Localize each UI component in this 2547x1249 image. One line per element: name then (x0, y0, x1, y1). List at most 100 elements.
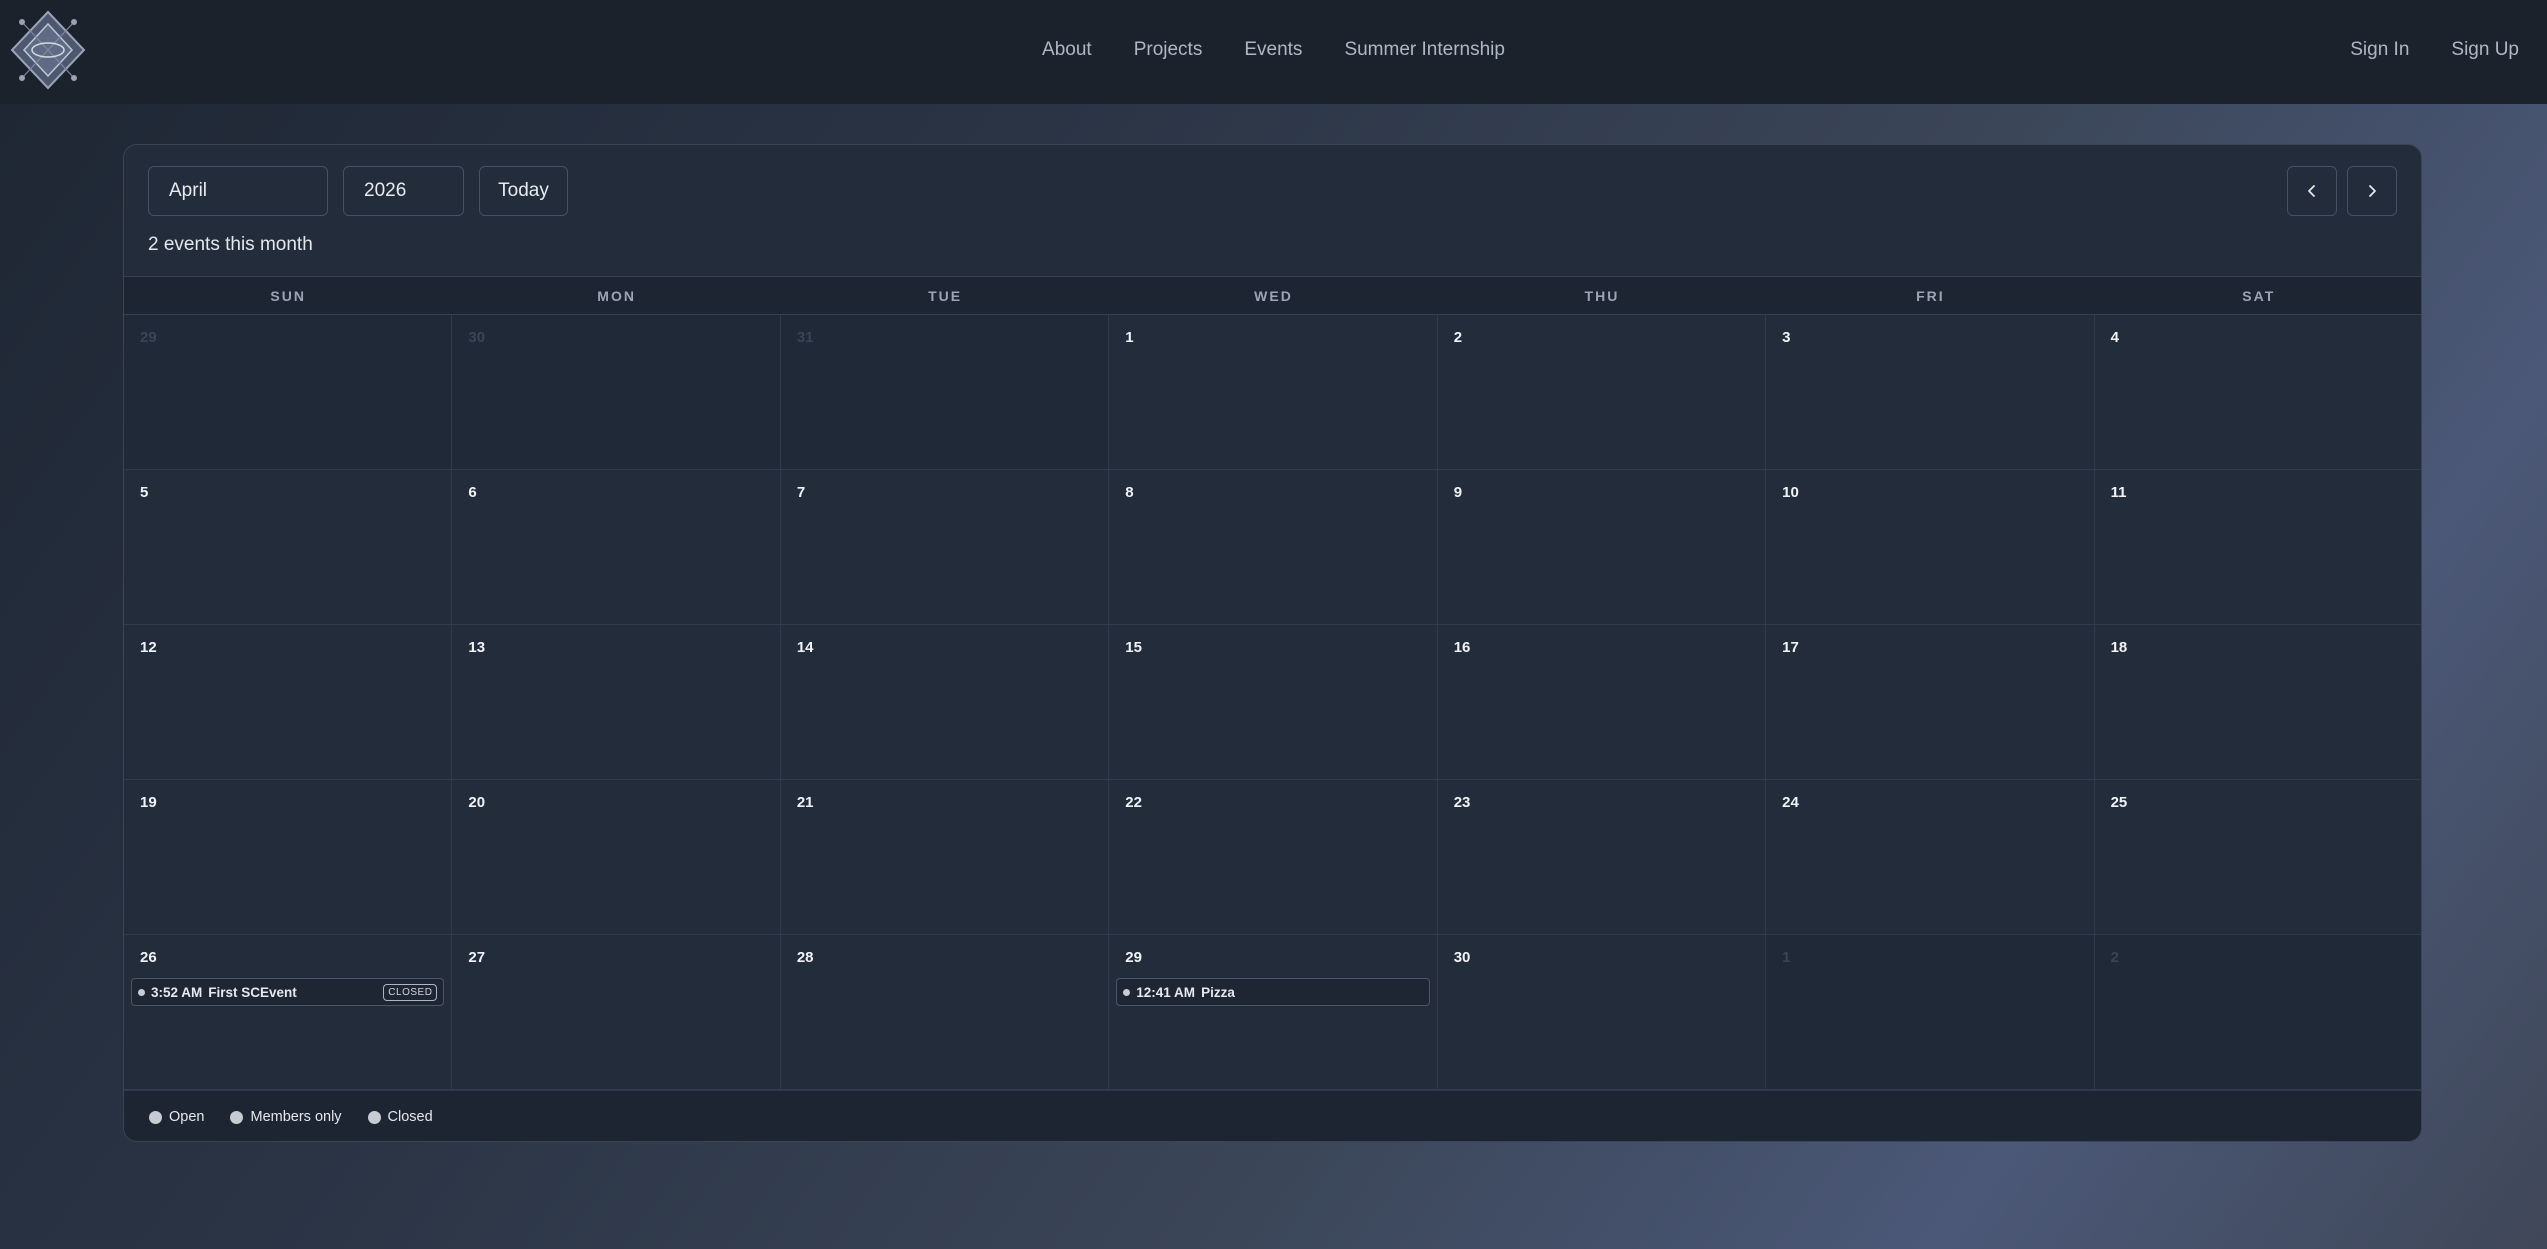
day-number: 20 (468, 794, 486, 811)
events-summary: 2 events this month (148, 234, 313, 255)
year-input[interactable]: 2026 (343, 166, 464, 216)
calendar-controls: April 2026 Today (148, 166, 568, 216)
day-number: 16 (1453, 639, 1471, 656)
members-only-dot-icon (230, 1110, 244, 1124)
event-time: 12:41 AM (1136, 984, 1196, 1000)
chevron-left-icon (2308, 185, 2315, 197)
weekday-thu: THU (1584, 287, 1620, 304)
legend-label: Open (169, 1109, 205, 1125)
day-cell[interactable]: 4 (2094, 315, 2421, 470)
event-status-dot-icon (138, 988, 145, 996)
weekday-sun: SUN (270, 287, 306, 304)
sign-in-link[interactable]: Sign In (2350, 39, 2409, 61)
open-dot-icon (149, 1110, 162, 1124)
day-number: 3 (1782, 329, 1791, 346)
day-cell[interactable]: 11 (2094, 470, 2421, 625)
day-cell[interactable]: 29 12:41 AM Pizza (1109, 935, 1438, 1090)
day-cell[interactable]: 10 (1766, 470, 2095, 625)
day-cell[interactable]: 15 (1109, 625, 1438, 780)
day-number: 24 (1782, 794, 1799, 811)
day-number: 6 (468, 484, 477, 501)
day-cell[interactable]: 31 (780, 315, 1110, 470)
day-cell[interactable]: 14 (780, 625, 1110, 780)
day-cell[interactable]: 21 (780, 780, 1110, 935)
calendar-grid: 29 30 31 1 2 3 4 5 6 7 8 9 10 11 12 13 14 15 16 17 18 19 20 21 2… (124, 315, 2421, 1090)
day-number: 30 (1453, 949, 1471, 966)
day-number: 31 (796, 329, 814, 346)
next-month-button[interactable] (2347, 166, 2397, 216)
day-number: 22 (1125, 794, 1142, 811)
day-number: 5 (140, 484, 149, 501)
day-number: 8 (1125, 484, 1134, 501)
day-number: 19 (140, 794, 157, 811)
day-number: 11 (2110, 484, 2127, 501)
event-title: First SCEvent (208, 984, 297, 1000)
day-cell[interactable]: 28 (780, 935, 1110, 1090)
day-cell[interactable]: 7 (780, 470, 1110, 625)
legend-label: Closed (387, 1109, 433, 1125)
legend-members-only: Members only (230, 1109, 342, 1125)
nav-about-link[interactable]: About (1042, 39, 1092, 61)
day-cell[interactable]: 25 (2094, 780, 2421, 935)
day-number: 30 (468, 329, 486, 346)
day-cell[interactable]: 24 (1766, 780, 2095, 935)
day-cell[interactable]: 9 (1437, 470, 1767, 625)
day-number: 27 (468, 949, 486, 966)
nav-events-link[interactable]: Events (1244, 39, 1302, 61)
day-cell[interactable]: 20 (452, 780, 781, 935)
nav-summer-internship-link[interactable]: Summer Internship (1344, 39, 1505, 61)
day-number: 2 (1453, 329, 1463, 346)
day-number: 29 (140, 329, 157, 346)
day-cell[interactable]: 23 (1437, 780, 1767, 935)
calendar-card: April 2026 Today 2 events this month SUN… (123, 144, 2422, 1142)
legend: Open Members only Closed (124, 1090, 2421, 1141)
auth-links: Sign In Sign Up (2350, 0, 2519, 104)
day-number: 1 (1782, 949, 1791, 966)
day-cell[interactable]: 19 (124, 780, 453, 935)
weekday-wed: WED (1254, 287, 1293, 304)
event-chip[interactable]: 12:41 AM Pizza (1116, 978, 1430, 1006)
day-cell[interactable]: 2 (1437, 315, 1767, 470)
day-cell[interactable]: 12 (124, 625, 453, 780)
event-status-badge: CLOSED (383, 983, 438, 1001)
day-cell[interactable]: 5 (124, 470, 453, 625)
event-chip[interactable]: 3:52 AM First SCEvent CLOSED (131, 978, 445, 1006)
closed-dot-icon (367, 1110, 381, 1124)
day-number: 2 (2110, 949, 2119, 966)
weekday-fri: FRI (1916, 287, 1945, 304)
logo-icon[interactable] (8, 8, 88, 92)
nav-links: About Projects Events Summer Internship (0, 0, 2547, 104)
day-cell[interactable]: 6 (452, 470, 781, 625)
day-cell[interactable]: 1 (1109, 315, 1438, 470)
chevron-right-icon (2369, 185, 2376, 197)
day-cell[interactable]: 17 (1766, 625, 2095, 780)
month-nav (2287, 166, 2397, 216)
day-cell[interactable]: 27 (452, 935, 781, 1090)
day-cell[interactable]: 30 (452, 315, 781, 470)
nav-projects-link[interactable]: Projects (1134, 39, 1203, 61)
event-time: 3:52 AM (151, 984, 203, 1000)
day-cell[interactable]: 29 (124, 315, 453, 470)
day-cell[interactable]: 22 (1109, 780, 1438, 935)
day-cell[interactable]: 18 (2094, 625, 2421, 780)
day-cell[interactable]: 30 (1437, 935, 1767, 1090)
day-cell[interactable]: 1 (1766, 935, 2095, 1090)
sign-up-link[interactable]: Sign Up (2451, 39, 2519, 61)
event-title: Pizza (1201, 984, 1235, 1000)
day-cell[interactable]: 2 (2094, 935, 2421, 1090)
day-number: 9 (1453, 484, 1463, 501)
day-number: 14 (796, 639, 814, 656)
prev-month-button[interactable] (2287, 166, 2337, 216)
weekday-sat: SAT (2242, 287, 2276, 304)
day-cell[interactable]: 3 (1766, 315, 2095, 470)
day-number: 21 (796, 794, 814, 811)
day-cell[interactable]: 8 (1109, 470, 1438, 625)
today-button[interactable]: Today (479, 166, 568, 216)
month-select[interactable]: April (148, 166, 328, 216)
day-number: 10 (1782, 484, 1799, 501)
day-number: 12 (140, 639, 157, 656)
day-cell[interactable]: 26 3:52 AM First SCEvent CLOSED (124, 935, 453, 1090)
day-cell[interactable]: 16 (1437, 625, 1767, 780)
day-number: 29 (1125, 949, 1142, 966)
day-cell[interactable]: 13 (452, 625, 781, 780)
